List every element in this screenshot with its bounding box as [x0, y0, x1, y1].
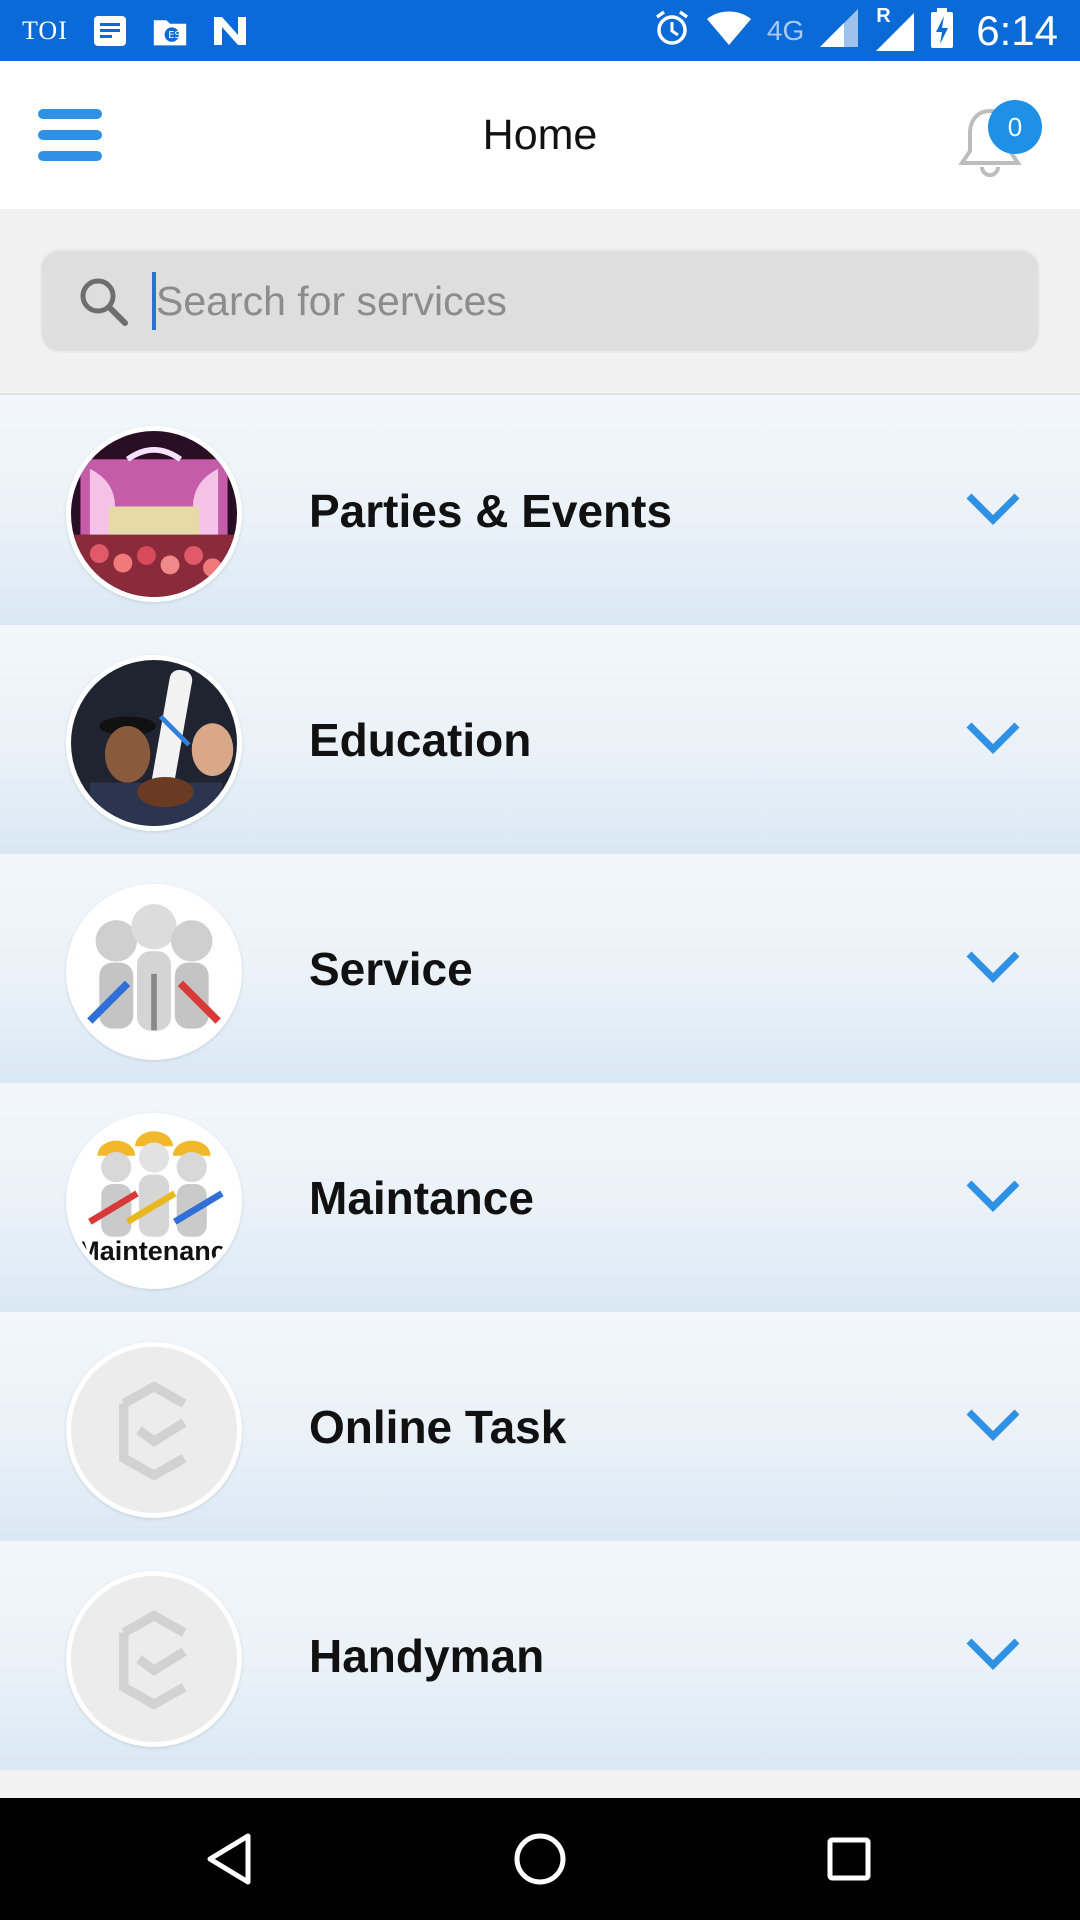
category-row-service[interactable]: Service: [0, 854, 1080, 1083]
chevron-down-icon[interactable]: [965, 717, 1021, 759]
placeholder-logo-icon: [66, 1342, 242, 1518]
category-row-education[interactable]: Education: [0, 625, 1080, 854]
svg-text:ES: ES: [168, 30, 181, 41]
battery-charging-icon: [930, 8, 954, 53]
search-input[interactable]: [156, 277, 976, 325]
page-title: Home: [482, 111, 598, 159]
graduates-image: [66, 655, 242, 831]
category-label: Education: [309, 714, 532, 766]
category-label: Online Task: [309, 1401, 567, 1453]
category-label: Parties & Events: [309, 485, 673, 537]
category-list: Parties & Events Education Service Maint…: [0, 396, 1080, 1770]
search-bar[interactable]: [40, 249, 1040, 353]
category-row-online-task[interactable]: Online Task: [0, 1312, 1080, 1541]
signal-icon: [820, 9, 859, 52]
category-label: Handyman: [309, 1630, 545, 1682]
system-navigation-bar: [0, 1798, 1080, 1920]
search-section: [0, 209, 1080, 395]
back-icon[interactable]: [196, 1826, 262, 1892]
clock-time: 6:14: [976, 6, 1058, 54]
document-icon: [92, 13, 128, 49]
chevron-down-icon[interactable]: [965, 1633, 1021, 1675]
roaming-signal-icon: R: [874, 5, 915, 51]
search-icon: [80, 278, 128, 326]
placeholder-logo-icon: [66, 1571, 242, 1747]
category-row-handyman[interactable]: Handyman: [0, 1541, 1080, 1770]
recent-apps-icon[interactable]: [816, 1826, 882, 1892]
workers-with-tools-image: [66, 884, 242, 1060]
network-type-label: 4G: [766, 14, 805, 46]
category-row-parties-events[interactable]: Parties & Events: [0, 396, 1080, 625]
alarm-icon: [653, 9, 691, 52]
home-icon[interactable]: [507, 1826, 573, 1892]
notification-count-badge[interactable]: 0: [988, 100, 1042, 154]
category-label: Maintance: [309, 1172, 534, 1224]
party-stage-image: [66, 426, 242, 602]
maintenance-image-text: Maintenance: [77, 1236, 241, 1266]
category-row-maintance[interactable]: Maintenance Maintance: [0, 1083, 1080, 1312]
toi-app-label: TOI: [22, 15, 68, 45]
chevron-down-icon[interactable]: [965, 946, 1021, 988]
category-label: Service: [309, 943, 473, 995]
n-app-icon: [212, 13, 248, 49]
app-bar: Home: [0, 61, 1080, 209]
maintenance-workers-image: Maintenance: [66, 1113, 242, 1289]
status-bar: TOI ES 4G R 6:14: [0, 0, 1080, 61]
file-manager-icon: ES: [152, 13, 188, 49]
chevron-down-icon[interactable]: [965, 1404, 1021, 1446]
wifi-icon: [706, 11, 751, 50]
roaming-label: R: [876, 4, 891, 27]
chevron-down-icon[interactable]: [965, 488, 1021, 530]
chevron-down-icon[interactable]: [965, 1175, 1021, 1217]
